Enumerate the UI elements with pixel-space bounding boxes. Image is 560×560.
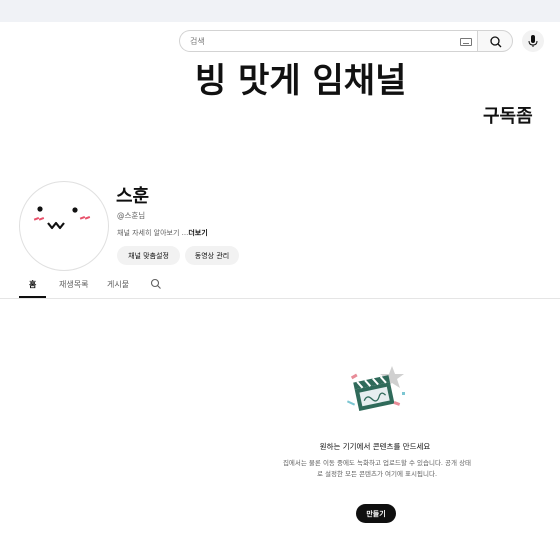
banner-subtext: 구독좀	[483, 106, 533, 127]
tab-search-icon[interactable]	[150, 278, 162, 290]
search-button[interactable]	[477, 30, 513, 52]
tab-home[interactable]: 홈	[29, 279, 36, 290]
customize-channel-button[interactable]: 채널 맞춤설정	[117, 246, 180, 265]
channel-description-text: 채널 자세히 알아보기 ...	[117, 229, 189, 237]
handwritten-banner: 빙 맛게 임채널 구독좀	[195, 61, 533, 127]
banner-text: 빙 맛게 임채널	[195, 61, 406, 101]
channel-description[interactable]: 채널 자세히 알아보기 ...더보기	[117, 228, 208, 238]
empty-state-title: 원하는 기기에서 콘텐츠를 만드세요	[319, 442, 431, 451]
clapperboard-illustration	[346, 366, 405, 412]
tab-playlists[interactable]: 재생목록	[59, 279, 88, 290]
keyboard-icon[interactable]	[460, 38, 472, 46]
avatar[interactable]	[19, 181, 109, 271]
manage-videos-button[interactable]: 동영상 관리	[185, 246, 239, 265]
mic-icon	[528, 35, 538, 47]
top-strip	[0, 0, 560, 22]
tab-posts[interactable]: 게시물	[107, 279, 129, 290]
tabs-divider	[0, 298, 560, 299]
create-button[interactable]: 만들기	[356, 504, 396, 523]
channel-tabs: 홈 재생목록 게시물	[0, 277, 560, 299]
voice-search-button[interactable]	[522, 30, 544, 52]
channel-handle: @스훈님	[117, 211, 146, 220]
avatar-face	[33, 206, 91, 230]
empty-state-body: 집에서는 물론 이동 중에도 녹화하고 업로드할 수 있습니다. 공개 상태로 …	[282, 459, 472, 478]
search-input[interactable]	[190, 34, 420, 49]
search-box[interactable]	[179, 30, 477, 52]
more-link[interactable]: 더보기	[188, 229, 207, 237]
channel-name: 스훈	[116, 186, 150, 207]
search-icon	[490, 36, 502, 48]
